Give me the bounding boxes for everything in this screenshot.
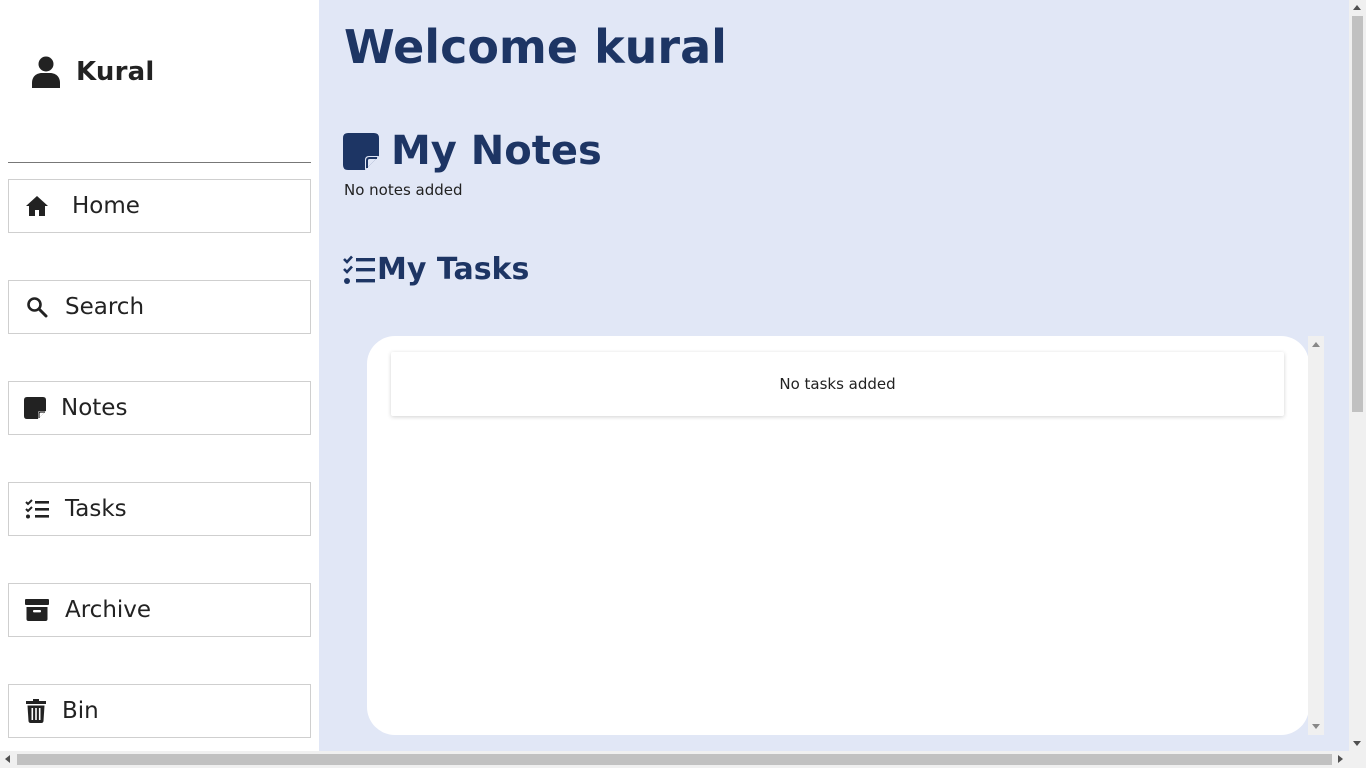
search-icon [9, 296, 65, 318]
note-icon [343, 132, 379, 170]
user-name: Kural [76, 57, 155, 87]
sidebar-item-notes[interactable]: Notes [8, 381, 311, 435]
tasks-empty-message: No tasks added [391, 352, 1284, 416]
tasks-panel: No tasks added [367, 336, 1309, 735]
task-list-icon [9, 499, 65, 519]
sidebar-item-label: Bin [62, 698, 99, 724]
scrollbar-thumb[interactable] [1352, 16, 1363, 412]
home-icon [9, 195, 65, 217]
scroll-down-arrow-icon[interactable] [1353, 741, 1361, 746]
notes-empty-message: No notes added [344, 181, 463, 199]
main-content: Welcome kural My Notes No notes added My… [319, 0, 1349, 751]
notes-section-header: My Notes [343, 128, 602, 174]
scroll-up-arrow-icon[interactable] [1353, 5, 1361, 10]
page-horizontal-scrollbar[interactable] [0, 751, 1366, 768]
note-icon [9, 397, 61, 419]
page-vertical-scrollbar[interactable] [1349, 0, 1366, 751]
sidebar-item-search[interactable]: Search [8, 280, 311, 334]
tasks-section-title: My Tasks [377, 252, 530, 287]
sidebar-item-archive[interactable]: Archive [8, 583, 311, 637]
notes-section-title: My Notes [391, 128, 602, 174]
sidebar-item-home[interactable]: Home [8, 179, 311, 233]
sidebar-item-label: Archive [65, 597, 152, 623]
page-title: Welcome kural [344, 20, 727, 74]
scroll-down-arrow-icon[interactable] [1312, 724, 1320, 729]
tasks-section-header: My Tasks [343, 252, 529, 287]
scroll-left-arrow-icon[interactable] [5, 755, 10, 763]
trash-icon [9, 699, 62, 723]
sidebar-divider [8, 162, 311, 163]
sidebar-item-tasks[interactable]: Tasks [8, 482, 311, 536]
sidebar-item-label: Home [72, 193, 140, 219]
scroll-right-arrow-icon[interactable] [1338, 755, 1343, 763]
scrollbar-thumb[interactable] [17, 754, 1332, 765]
user-profile: Kural [32, 56, 154, 88]
task-list-icon [343, 255, 375, 284]
scroll-up-arrow-icon[interactable] [1312, 342, 1320, 347]
sidebar-item-bin[interactable]: Bin [8, 684, 311, 738]
sidebar-item-label: Tasks [65, 496, 127, 522]
tasks-panel-scrollbar[interactable] [1308, 336, 1324, 735]
sidebar-item-label: Notes [61, 395, 128, 421]
archive-icon [9, 599, 65, 621]
sidebar: Kural Home Search Notes Tasks Archive Bi… [0, 0, 319, 751]
sidebar-item-label: Search [65, 294, 145, 320]
user-icon [32, 56, 60, 88]
